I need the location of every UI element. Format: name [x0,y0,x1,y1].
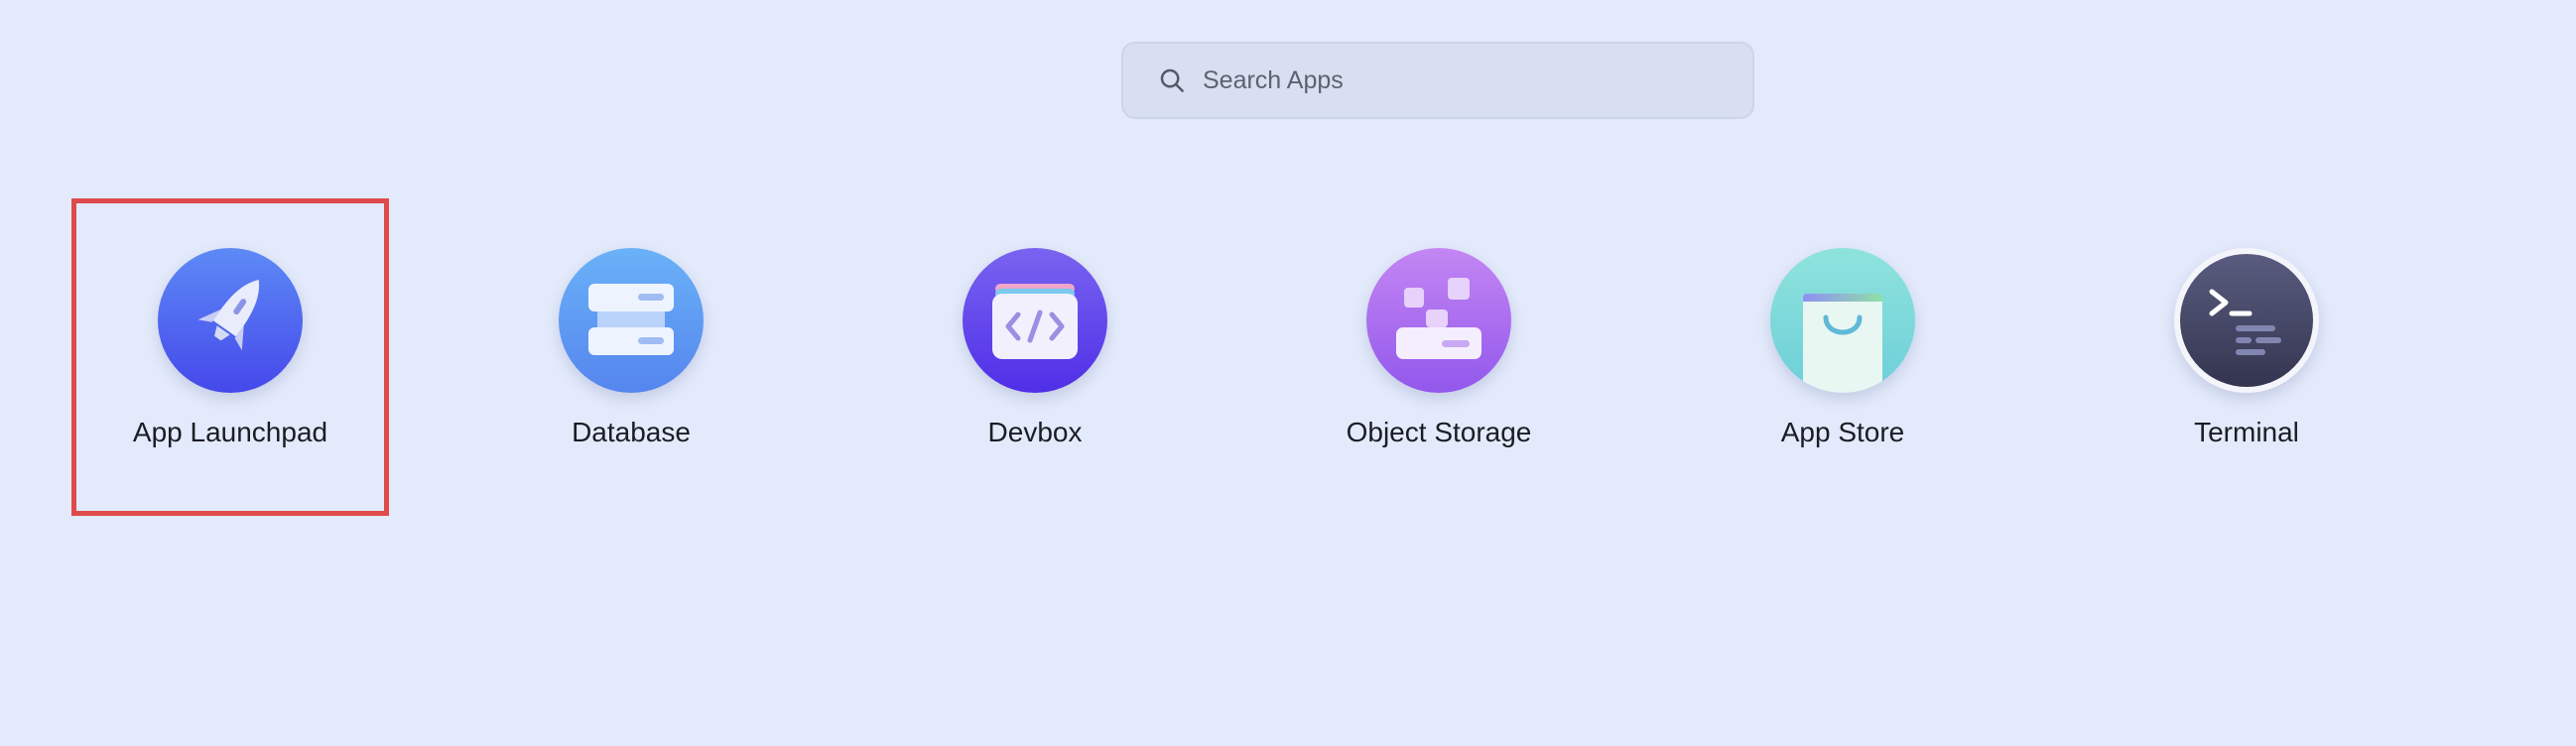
app-label: App Store [1780,417,1905,447]
app-label: Object Storage [1346,417,1532,447]
search-icon [1160,68,1184,92]
app-devbox[interactable]: Devbox [876,198,1194,516]
search-bar[interactable] [1121,42,1754,119]
code-box-icon [963,248,1107,393]
app-label: App Launchpad [132,417,328,447]
app-label: Database [572,417,691,447]
app-launchpad[interactable]: App Launchpad [71,198,389,516]
shopping-bag-icon [1770,248,1915,393]
app-terminal[interactable]: Terminal [2088,198,2405,516]
app-label: Terminal [2194,417,2299,447]
rocket-icon [158,248,303,393]
storage-blocks-icon [1366,248,1511,393]
app-database[interactable]: Database [472,198,790,516]
terminal-icon [2174,248,2319,393]
app-app-store[interactable]: App Store [1684,198,2001,516]
database-icon [559,248,704,393]
search-input[interactable] [1203,61,1719,100]
app-object-storage[interactable]: Object Storage [1280,198,1598,516]
app-label: Devbox [987,417,1083,447]
